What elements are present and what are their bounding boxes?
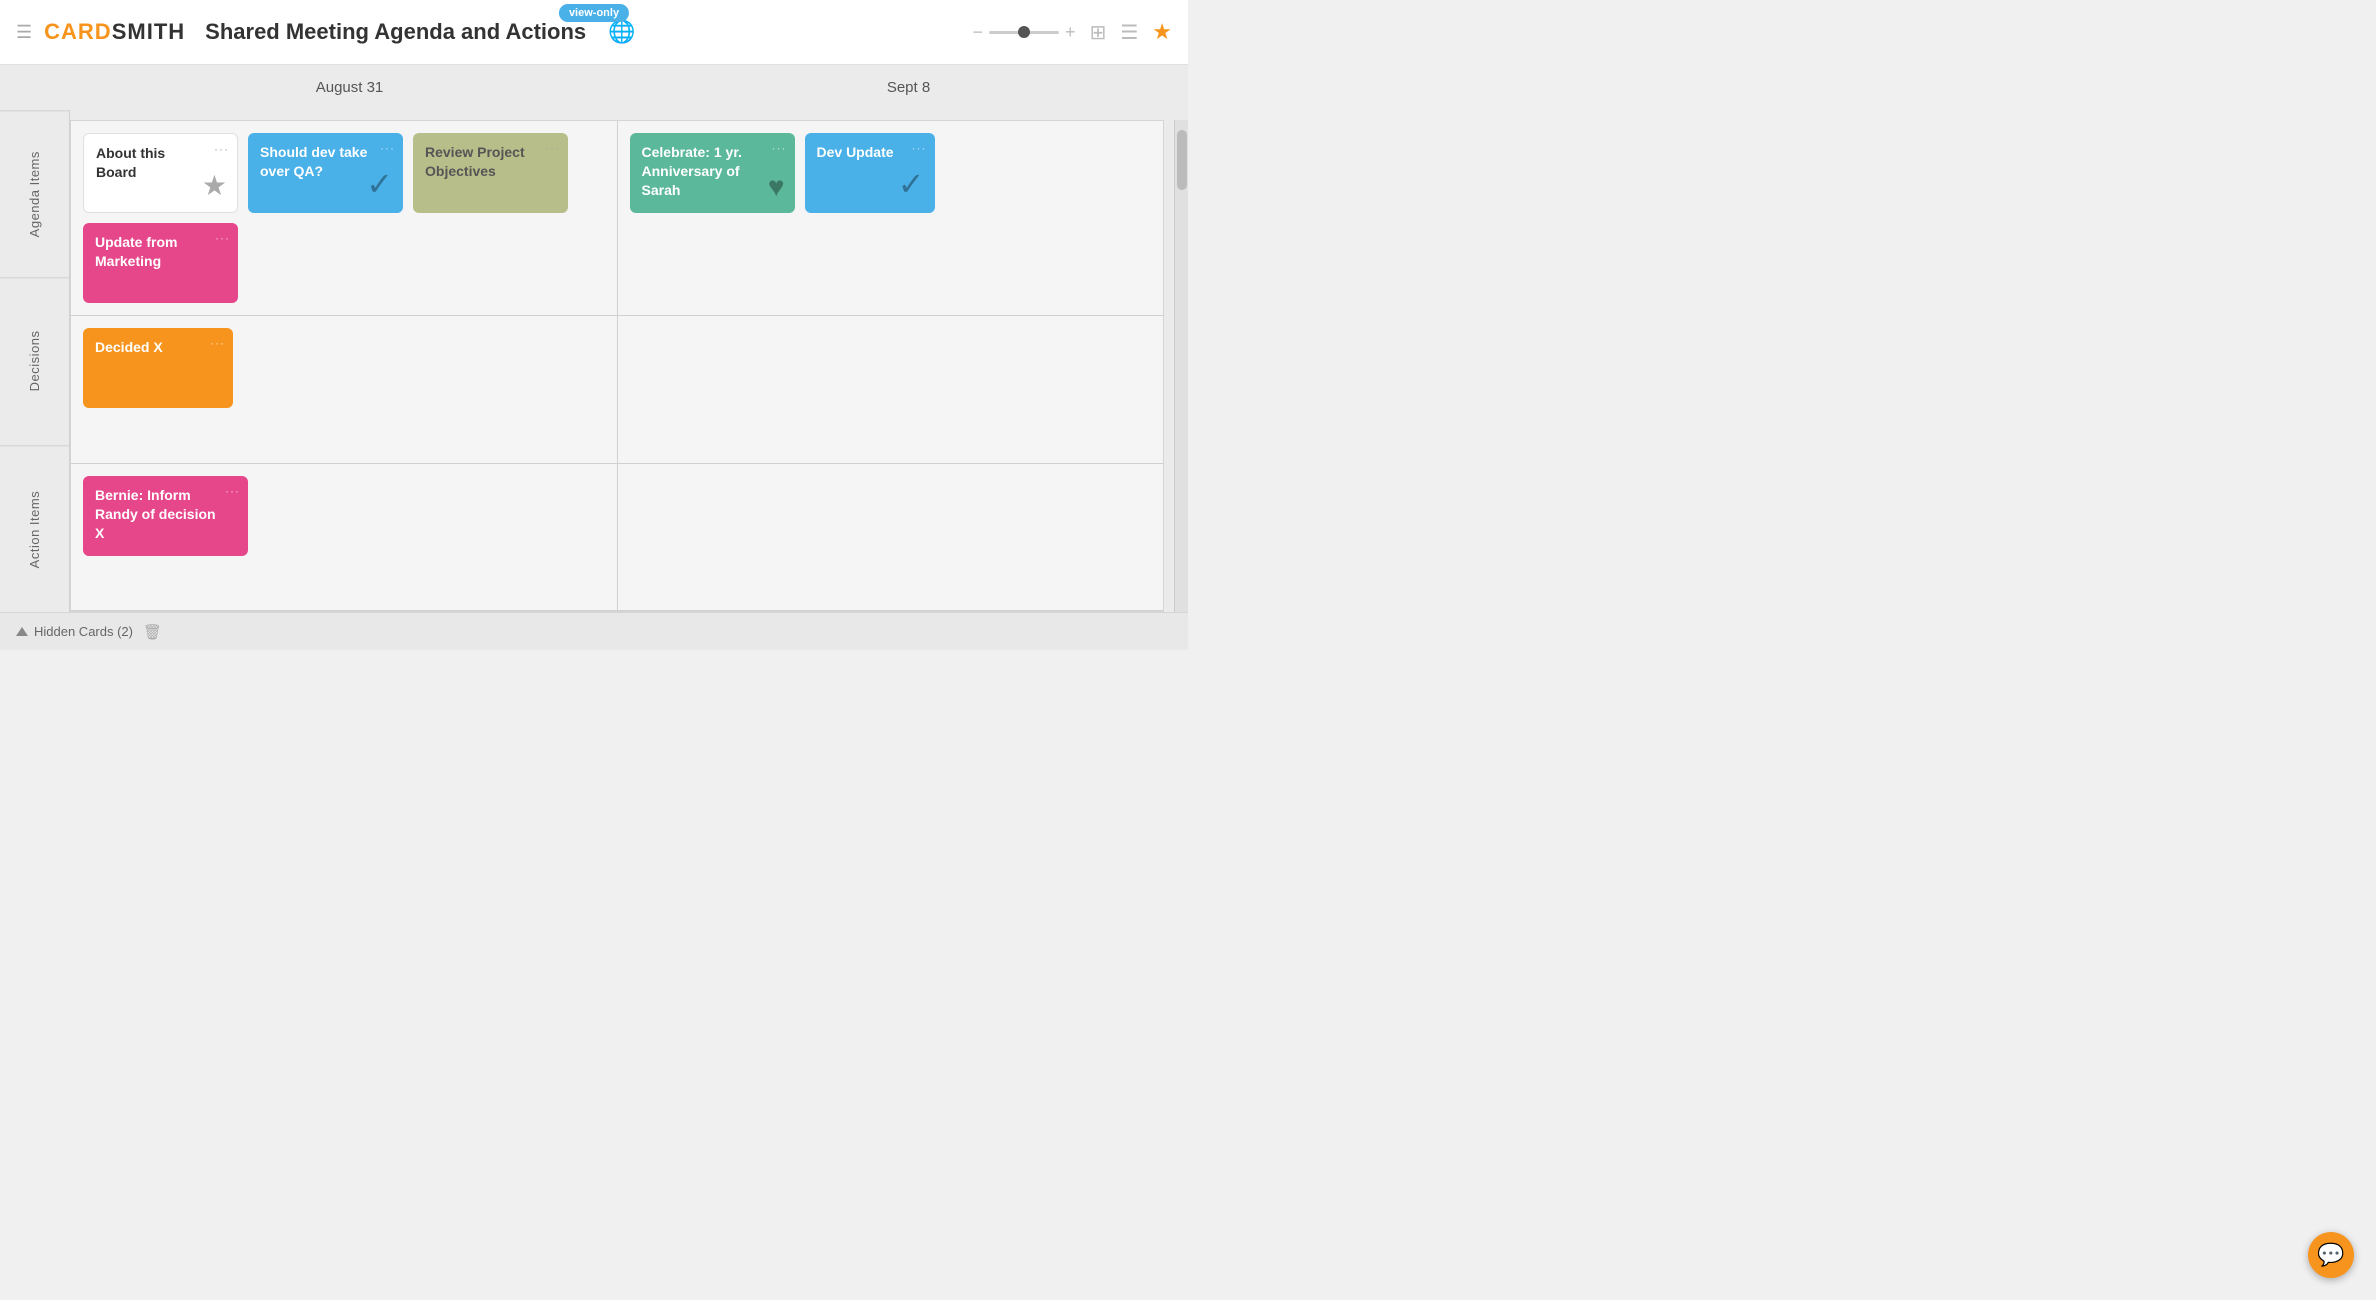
zoom-slider[interactable] (989, 31, 1059, 34)
row-agenda: ··· About this Board ★ ··· Should dev ta… (71, 121, 1163, 316)
grid-content: ··· About this Board ★ ··· Should dev ta… (70, 120, 1164, 612)
board-title: Shared Meeting Agenda and Actions (205, 19, 586, 45)
card-title: Dev Update (817, 144, 914, 160)
card-menu-dots[interactable]: ··· (225, 484, 240, 498)
expand-arrow-icon (16, 627, 28, 636)
card-title: Celebrate: 1 yr. Anniversary of Sarah (642, 144, 742, 198)
card-review-project[interactable]: ··· Review Project Objectives (413, 133, 568, 213)
trash-icon[interactable]: 🗑 (143, 623, 162, 641)
header: ☰ CARDSMITH Shared Meeting Agenda and Ac… (0, 0, 1188, 65)
card-menu-dots[interactable]: ··· (215, 231, 230, 245)
column-headers: August 31 Sept 8 (0, 65, 1188, 110)
cell-decisions-aug31: ··· Decided X (71, 316, 618, 463)
card-update-marketing[interactable]: ··· Update from Marketing (83, 223, 238, 303)
star-icon: ★ (202, 169, 227, 202)
cell-agenda-aug31: ··· About this Board ★ ··· Should dev ta… (71, 121, 618, 315)
col-header-aug31: August 31 (70, 79, 629, 96)
card-menu-dots[interactable]: ··· (210, 336, 225, 350)
board: Agenda Items Decisions Action Items ··· … (0, 110, 1188, 612)
col-header-sept8: Sept 8 (629, 79, 1188, 96)
cell-decisions-sept8 (618, 316, 1164, 463)
row-decisions: ··· Decided X (71, 316, 1163, 464)
row-action-items: ··· Bernie: Inform Randy of decision X (71, 464, 1163, 612)
cell-agenda-sept8: ··· Celebrate: 1 yr. Anniversary of Sara… (618, 121, 1164, 315)
card-title: Review Project Objectives (425, 144, 525, 179)
cell-actions-sept8 (618, 464, 1164, 611)
card-title: Update from Marketing (95, 234, 181, 269)
hamburger-icon[interactable]: ☰ (16, 22, 32, 43)
card-title: Should dev take over QA? (260, 144, 367, 179)
card-menu-dots[interactable]: ··· (214, 142, 229, 156)
checkmark-icon: ✓ (898, 165, 925, 203)
row-label-actions: Action Items (0, 445, 69, 612)
bottom-bar: Hidden Cards (2) 🗑 (0, 612, 1188, 650)
logo-card: CARD (44, 19, 112, 44)
main-area: August 31 Sept 8 Agenda Items Decisions … (0, 65, 1188, 612)
card-title: About this Board (96, 145, 165, 180)
card-title: Bernie: Inform Randy of decision X (95, 487, 216, 541)
zoom-in-button[interactable]: + (1065, 22, 1076, 43)
globe-icon[interactable]: 🌐 (608, 19, 635, 45)
scrollbar-thumb (1177, 130, 1187, 190)
row-label-decisions: Decisions (0, 277, 69, 444)
card-about-board[interactable]: ··· About this Board ★ (83, 133, 238, 213)
cell-actions-aug31: ··· Bernie: Inform Randy of decision X (71, 464, 618, 611)
zoom-out-button[interactable]: − (973, 22, 984, 43)
card-menu-dots[interactable]: ··· (772, 141, 787, 155)
card-should-dev[interactable]: ··· Should dev take over QA? ✓ (248, 133, 403, 213)
hidden-cards-label: Hidden Cards (2) (34, 624, 133, 639)
card-menu-dots[interactable]: ··· (912, 141, 927, 155)
card-menu-dots[interactable]: ··· (545, 141, 560, 155)
logo-smith: SMITH (112, 19, 185, 44)
card-celebrate-sarah[interactable]: ··· Celebrate: 1 yr. Anniversary of Sara… (630, 133, 795, 213)
row-label-agenda: Agenda Items (0, 110, 69, 277)
view-only-badge: view-only (559, 4, 629, 22)
header-right: − + ⊞ ☰ ★ (973, 19, 1172, 45)
card-bernie-inform[interactable]: ··· Bernie: Inform Randy of decision X (83, 476, 248, 556)
favorite-star-icon[interactable]: ★ (1152, 19, 1172, 45)
heart-icon: ♥ (768, 171, 785, 203)
logo: CARDSMITH (44, 19, 185, 45)
checkmark-icon: ✓ (366, 165, 393, 203)
card-dev-update[interactable]: ··· Dev Update ✓ (805, 133, 935, 213)
card-menu-dots[interactable]: ··· (380, 141, 395, 155)
chat-icon: 💬 (2317, 1242, 2344, 1268)
scrollbar[interactable] (1174, 120, 1188, 612)
chat-button[interactable]: 💬 (2308, 1232, 2354, 1278)
zoom-controls: − + (973, 22, 1076, 43)
hidden-cards-toggle[interactable]: Hidden Cards (2) (16, 624, 133, 639)
grid-view-button[interactable]: ⊞ (1090, 20, 1107, 45)
header-left: ☰ CARDSMITH Shared Meeting Agenda and Ac… (16, 19, 636, 45)
row-labels: Agenda Items Decisions Action Items (0, 110, 70, 612)
card-decided-x[interactable]: ··· Decided X (83, 328, 233, 408)
list-view-button[interactable]: ☰ (1120, 20, 1138, 45)
card-title: Decided X (95, 339, 183, 355)
zoom-slider-thumb (1018, 26, 1030, 38)
